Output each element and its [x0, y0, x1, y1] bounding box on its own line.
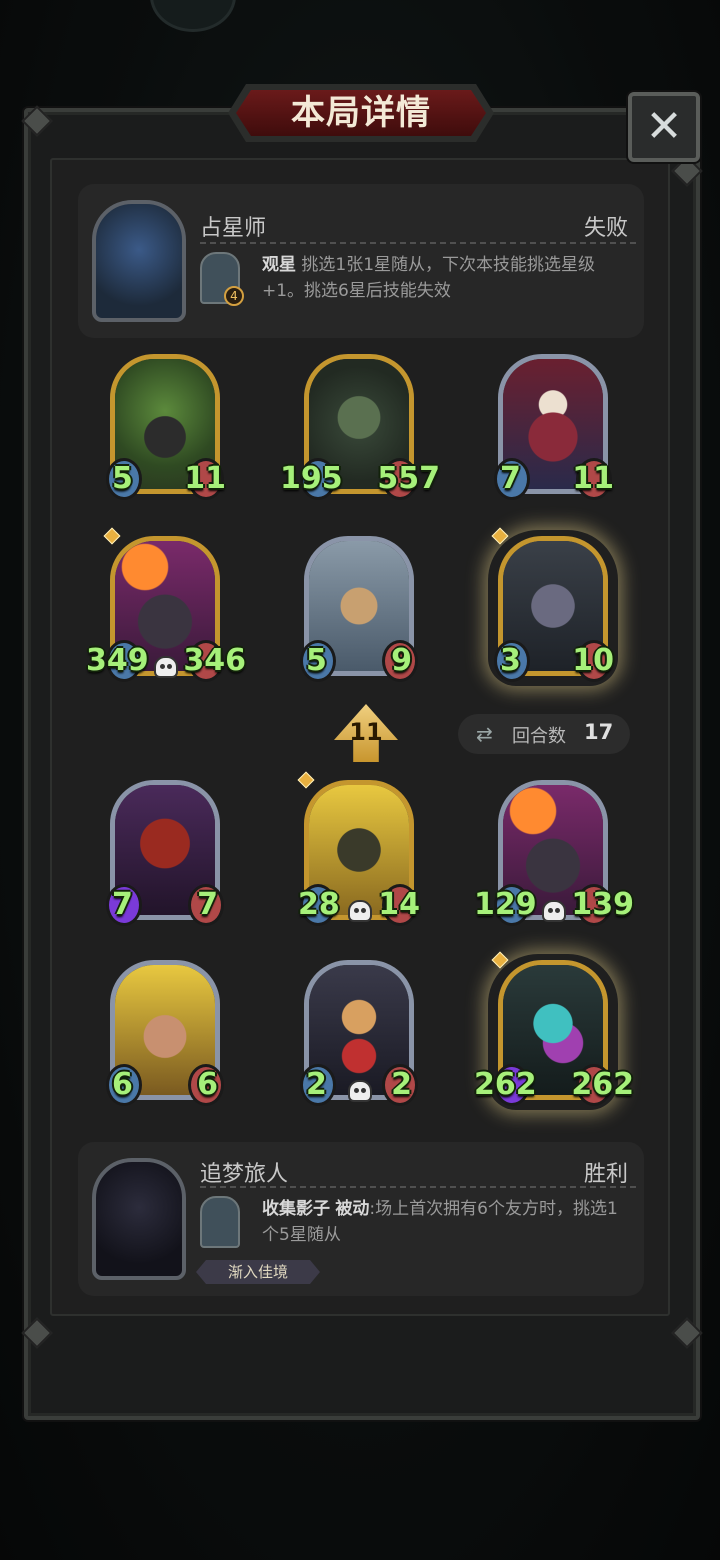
health-value: 14 — [378, 887, 420, 922]
attack-value: 5 — [306, 643, 327, 678]
minion-card[interactable]: 59 — [300, 536, 418, 682]
divider — [200, 242, 636, 244]
minion-card[interactable]: 195 557 — [280, 354, 440, 500]
player-skill-text: 观星 挑选1张1星随从，下次本技能挑选星级+1。挑选6星后技能失效 — [262, 252, 630, 304]
health-value: 9 — [391, 643, 412, 678]
health-value: 2 — [391, 1067, 412, 1102]
attack-value: 5 — [112, 461, 133, 496]
skill-name: 观星 — [262, 255, 296, 275]
tavern-level-value: 11 — [349, 718, 383, 746]
tavern-level-arrow: 11 — [334, 704, 398, 762]
player-hero-name: 占星师 — [200, 216, 267, 241]
minion-card[interactable]: 5 11 — [106, 354, 226, 500]
health-value: 346 — [183, 643, 246, 678]
attack-value: 2 — [306, 1067, 327, 1102]
skill-name: 收集影子 — [262, 1199, 330, 1219]
health-value: 557 — [377, 461, 440, 496]
attack-value: 195 — [280, 461, 343, 496]
attack-value: 262 — [474, 1067, 537, 1102]
minion-card[interactable]: 262 262 — [474, 951, 634, 1106]
skill-desc: 挑选1张1星随从，下次本技能挑选星级+1。挑选6星后技能失效 — [262, 255, 596, 301]
refresh-icon: ⇄ — [476, 722, 493, 746]
health-value: 262 — [571, 1067, 634, 1102]
skull-icon — [154, 656, 178, 678]
skull-icon — [542, 900, 566, 922]
attack-value: 6 — [112, 1067, 133, 1102]
minion-card[interactable]: 129 139 — [474, 780, 634, 926]
minion-card[interactable]: 349 346 — [86, 527, 246, 682]
opponent-hero-name: 追梦旅人 — [200, 1162, 289, 1187]
opponent-hero-portrait — [92, 1158, 186, 1280]
skill-level-badge: 4 — [224, 286, 244, 306]
opponent-skill-icon — [200, 1196, 240, 1248]
health-value: 6 — [197, 1067, 218, 1102]
skull-icon — [348, 900, 372, 922]
divider — [200, 1186, 636, 1188]
minion-card[interactable]: 77 — [106, 780, 224, 926]
opponent-hero-panel: 追梦旅人 胜利 收集影子 被动:场上首次拥有6个友方时，挑选1个5星随从 渐入佳… — [78, 1142, 644, 1296]
attack-value: 129 — [474, 887, 537, 922]
skill-type: 被动 — [335, 1199, 370, 1219]
opponent-result: 胜利 — [583, 1162, 628, 1187]
minion-card[interactable]: 7 11 — [494, 354, 614, 500]
close-button[interactable]: ✕ — [628, 92, 700, 162]
attack-value: 7 — [500, 461, 521, 496]
attack-value: 7 — [112, 887, 133, 922]
player-hero-portrait — [92, 200, 186, 322]
health-value: 139 — [571, 887, 634, 922]
player-skill-icon: 4 — [200, 252, 244, 306]
opponent-skill-text: 收集影子 被动:场上首次拥有6个友方时，挑选1个5星随从 — [262, 1196, 630, 1248]
minion-card[interactable]: 3 10 — [491, 527, 614, 682]
minion-card[interactable]: 22 — [300, 960, 418, 1106]
skull-icon — [348, 1080, 372, 1102]
minion-card[interactable]: 28 14 — [297, 771, 420, 926]
title-banner: 本局详情 — [228, 84, 494, 142]
opponent-hero-tag: 渐入佳境 — [196, 1260, 320, 1284]
player-result: 失败 — [583, 216, 628, 241]
player-hero-panel: 占星师 失败 4 观星 挑选1张1星随从，下次本技能挑选星级+1。挑选6星后技能… — [78, 184, 644, 338]
rounds-label: 回合数 — [512, 726, 566, 747]
attack-value: 28 — [298, 887, 340, 922]
attack-value: 3 — [500, 643, 521, 678]
health-value: 11 — [572, 461, 614, 496]
close-icon[interactable]: ✕ — [632, 96, 696, 158]
rounds-counter: ⇄ 回合数 17 — [458, 714, 630, 754]
dialog-title: 本局详情 — [291, 93, 431, 133]
health-value: 11 — [184, 461, 226, 496]
minion-card[interactable]: 66 — [106, 960, 224, 1106]
health-value: 7 — [197, 887, 218, 922]
attack-value: 349 — [86, 643, 149, 678]
rounds-value: 17 — [584, 720, 614, 744]
health-value: 10 — [572, 643, 614, 678]
